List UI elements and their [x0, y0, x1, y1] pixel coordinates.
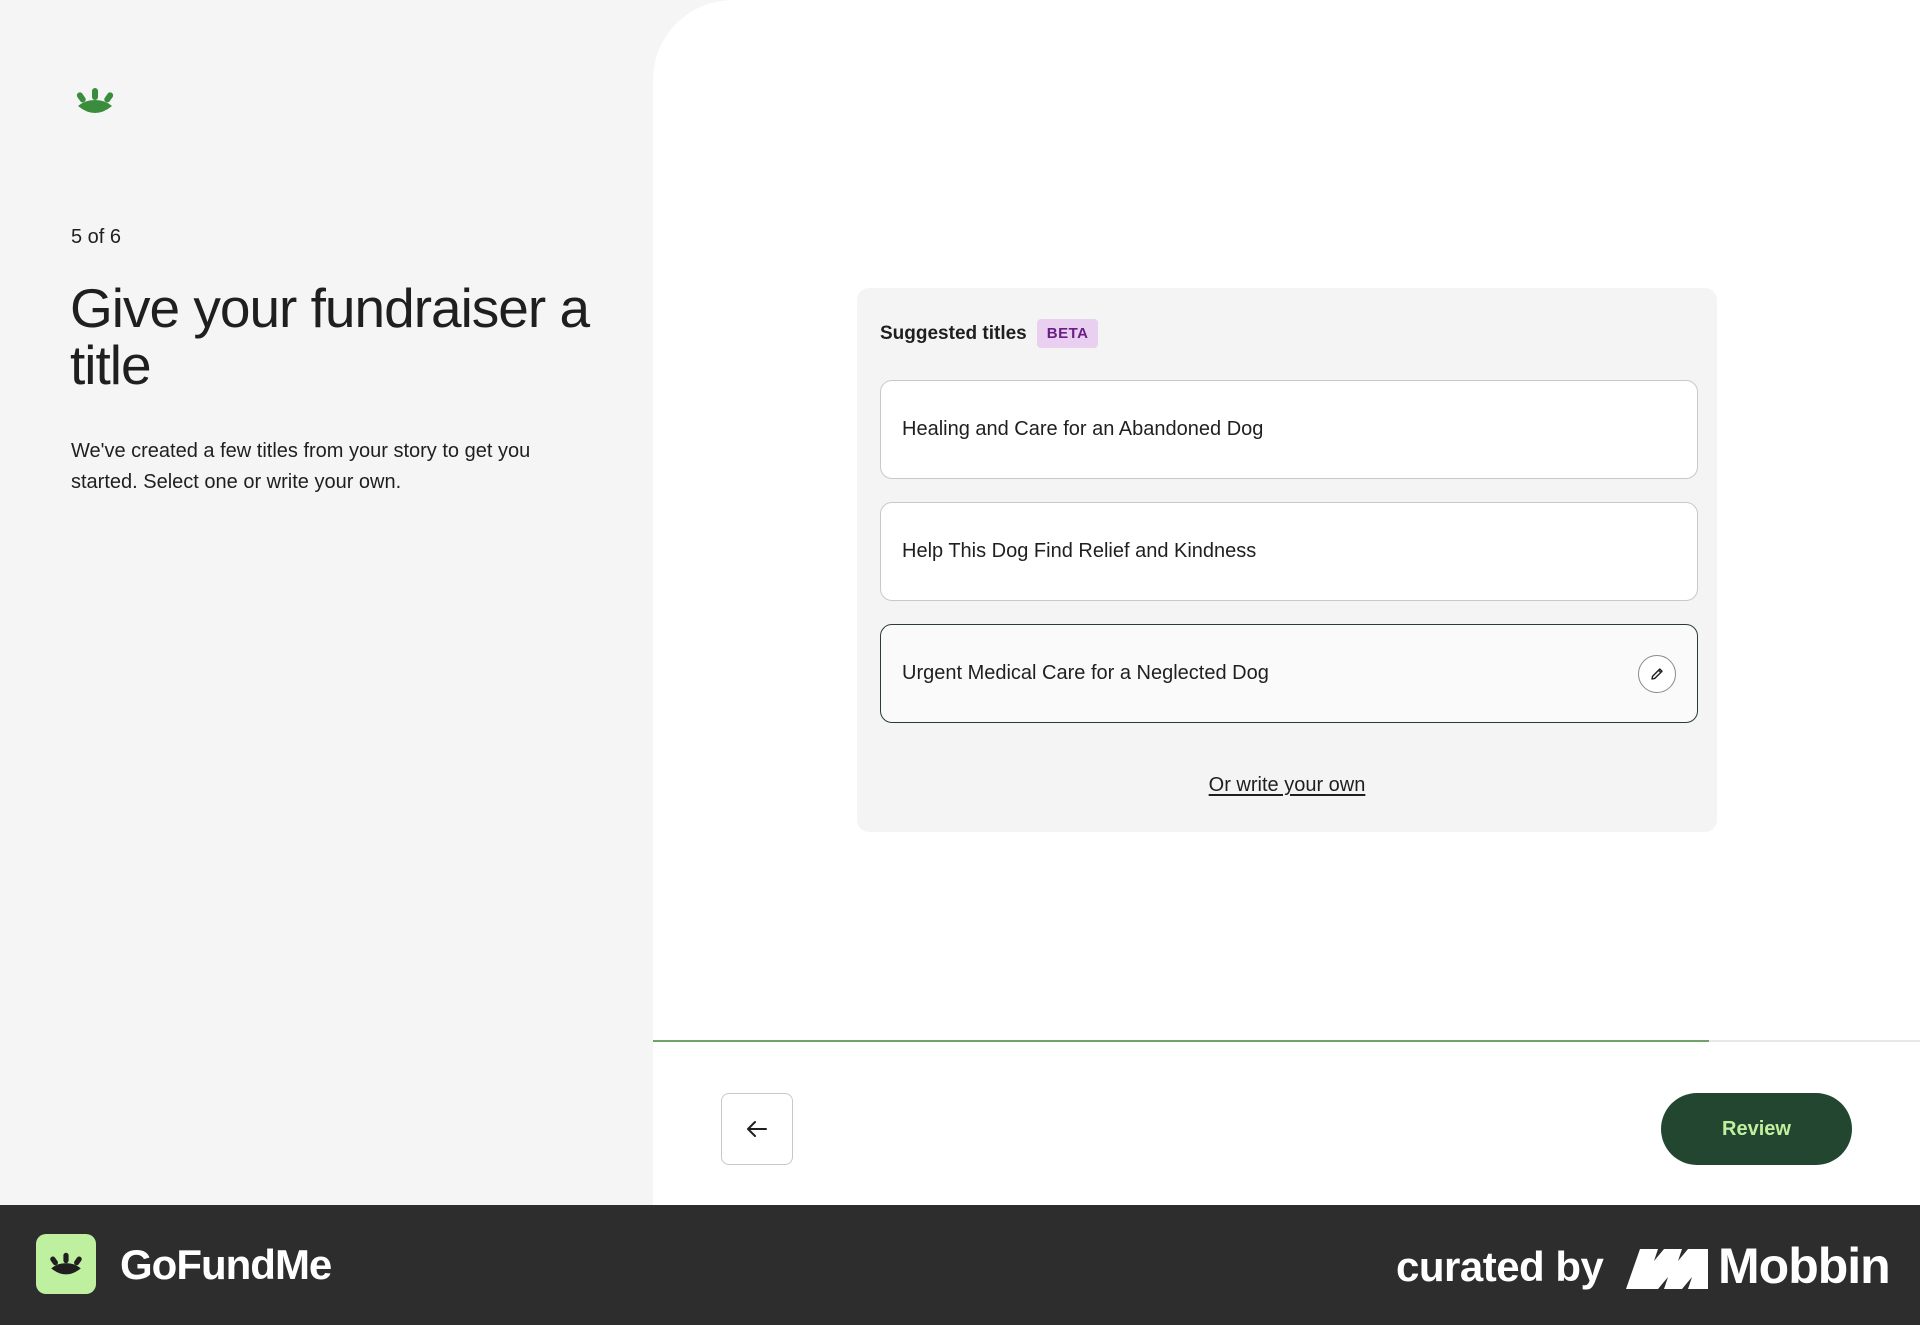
progress-bar: [653, 1040, 1920, 1042]
page-title: Give your fundraiser a title: [70, 277, 590, 396]
back-button[interactable]: [721, 1093, 793, 1165]
title-option-label: Healing and Care for an Abandoned Dog: [902, 418, 1264, 440]
title-option-label: Help This Dog Find Relief and Kindness: [902, 540, 1257, 562]
review-button[interactable]: Review: [1661, 1093, 1852, 1165]
gofundme-logo-icon: [50, 1252, 82, 1275]
title-option-2[interactable]: Help This Dog Find Relief and Kindness: [880, 502, 1698, 601]
beta-badge: BETA: [1036, 319, 1099, 348]
suggested-titles-card: Suggested titles BETA Healing and Care f…: [857, 288, 1717, 832]
mobbin-wordmark: Mobbin: [1718, 1238, 1891, 1294]
write-own-link[interactable]: Or write your own: [857, 774, 1717, 797]
gofundme-badge-icon: [36, 1234, 96, 1294]
title-option-label: Urgent Medical Care for a Neglected Dog: [902, 662, 1269, 684]
brand-name: GoFundMe: [120, 1241, 332, 1288]
title-option-1[interactable]: Healing and Care for an Abandoned Dog: [880, 380, 1698, 479]
curated-by-label: curated by: [1396, 1243, 1604, 1290]
card-title: Suggested titles: [880, 322, 1027, 344]
gofundme-logo-icon: [76, 88, 114, 113]
pencil-icon: [1651, 668, 1663, 680]
edit-title-button[interactable]: [1638, 655, 1676, 693]
page-description: We've created a few titles from your sto…: [71, 440, 531, 493]
right-panel: Suggested titles BETA Healing and Care f…: [653, 0, 1920, 1205]
step-indicator: 5 of 6: [71, 226, 122, 248]
progress-fill: [653, 1040, 1709, 1042]
arrow-left-icon: [747, 1121, 767, 1137]
card-header: Suggested titles BETA: [880, 319, 1099, 348]
left-panel: 5 of 6 Give your fundraiser a title We'v…: [0, 0, 655, 1205]
mobbin-logo-icon: [1626, 1249, 1708, 1289]
title-option-3[interactable]: Urgent Medical Care for a Neglected Dog: [880, 624, 1698, 723]
footer: GoFundMe curated by Mobbin: [0, 1205, 1920, 1325]
